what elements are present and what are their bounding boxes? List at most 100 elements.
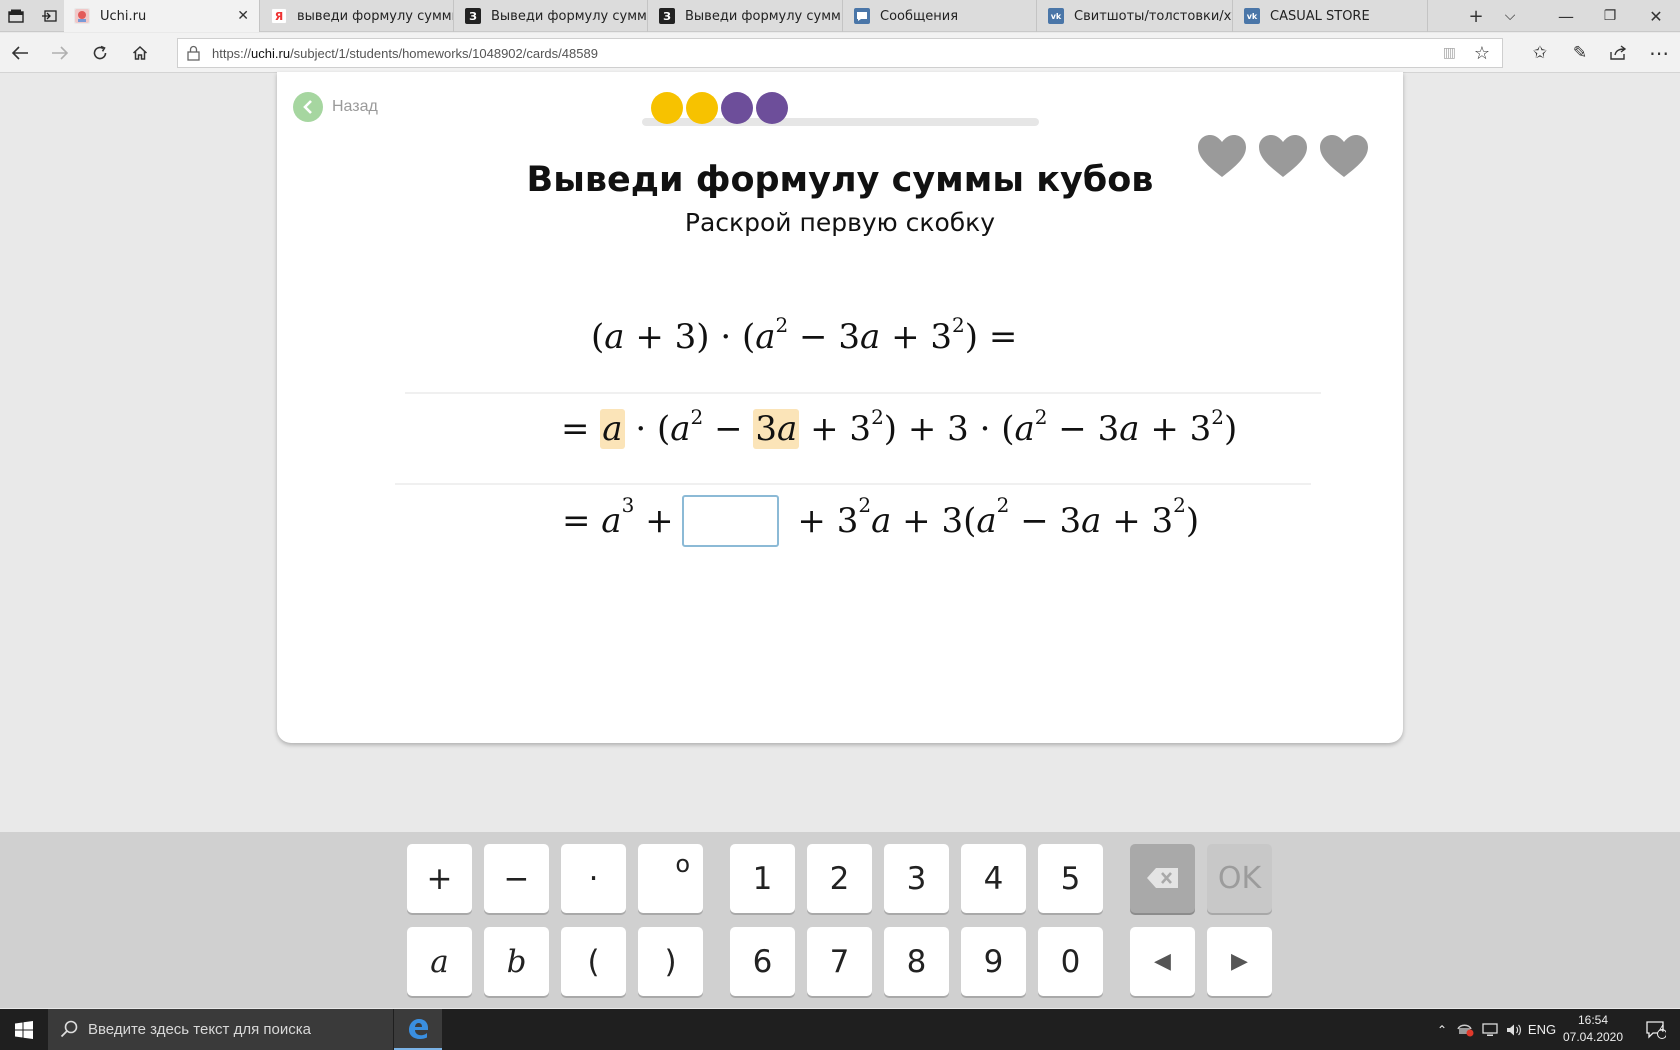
favorite-star-icon[interactable]: ☆ [1474,43,1490,64]
task-card: Назад Выведи формулу суммы кубов Раскрой… [277,72,1403,743]
address-bar[interactable]: https://uchi.ru/subject/1/students/homew… [177,38,1503,68]
tab-messages[interactable]: Сообщения [844,0,1037,32]
forward-arrow-icon[interactable] [46,39,74,67]
tab-title: выведи формулу суммы к [297,8,453,24]
key-plus[interactable]: + [407,844,472,913]
key-7[interactable]: 7 [807,927,872,996]
key-6[interactable]: 6 [730,927,795,996]
vk-favicon-icon: vk [1244,8,1260,24]
key-5[interactable]: 5 [1038,844,1103,913]
taskbar-clock[interactable]: 16:54 07.04.2020 [1558,1012,1628,1046]
tab-title: Uchi.ru [100,8,147,24]
close-window-icon[interactable]: ✕ [1632,0,1680,32]
key-8[interactable]: 8 [884,927,949,996]
ok-button[interactable]: OK [1207,844,1272,913]
back-label: Назад [332,98,378,115]
key-power[interactable]: o [638,844,703,913]
key-1[interactable]: 1 [730,844,795,913]
progress-dot [756,92,788,124]
favorites-hub-icon[interactable]: ✩ [1525,39,1555,67]
home-icon[interactable] [126,39,154,67]
equation-line-2: = a · (a2 − 3a + 32) + 3 · (a2 − 3a + 32… [561,405,1238,449]
set-aside-tabs-icon[interactable] [33,0,65,32]
equation-line-1: (a + 3) · (a2 − 3a + 32) = [591,313,1018,357]
tab-title: CASUAL STORE [1270,8,1370,24]
key-4[interactable]: 4 [961,844,1026,913]
back-button[interactable]: Назад [293,92,378,122]
tray-network-icon[interactable] [1478,1009,1502,1050]
tab-uchi[interactable]: Uchi.ru ✕ [64,0,260,32]
znanija-favicon-icon: З [465,8,481,24]
tray-security-icon[interactable] [1453,1009,1477,1050]
tab-title: Выведи формулу суммы к [491,8,647,24]
windows-start-icon[interactable] [0,1009,48,1050]
yandex-favicon-icon: Я [271,8,287,24]
key-2[interactable]: 2 [807,844,872,913]
key-b[interactable]: b [484,927,549,996]
key-9[interactable]: 9 [961,927,1026,996]
browser-tab-bar: Uchi.ru ✕ Я выведи формулу суммы к З Выв… [0,0,1680,32]
tab-znanija-2[interactable]: З Выведи формулу суммы к [649,0,843,32]
key-close-paren[interactable]: ) [638,927,703,996]
tab-znanija-1[interactable]: З Выведи формулу суммы к [455,0,648,32]
close-tab-icon[interactable]: ✕ [237,8,249,24]
key-multiply[interactable]: · [561,844,626,913]
tab-title: Свитшоты/толстовки/худи [1074,8,1232,24]
notifications-count: 4 [1659,1024,1665,1035]
tray-volume-icon[interactable] [1502,1009,1526,1050]
lock-icon [187,45,201,61]
highlight-term: a [600,409,625,449]
divider [395,483,1311,485]
clock-date: 07.04.2020 [1562,1030,1624,1044]
reading-view-icon[interactable]: ▥ [1443,45,1456,61]
refresh-icon[interactable] [86,39,114,67]
tray-language[interactable]: ENG [1527,1009,1557,1050]
clock-time: 16:54 [1577,1013,1609,1027]
key-open-paren[interactable]: ( [561,927,626,996]
share-icon[interactable] [1603,39,1633,67]
backspace-icon [1146,861,1180,897]
tab-yandex[interactable]: Я выведи формулу суммы к [261,0,454,32]
progress-dot [651,92,683,124]
znanija-favicon-icon: З [659,8,675,24]
tab-vk-sweatshirts[interactable]: vk Свитшоты/толстовки/худи [1038,0,1233,32]
taskbar-search-input[interactable]: Введите здесь текст для поиска [48,1009,393,1050]
new-tab-icon[interactable]: + [1460,0,1492,32]
back-arrow-icon[interactable] [6,39,34,67]
backspace-key[interactable] [1130,844,1195,913]
minimize-icon[interactable]: — [1544,0,1588,32]
equation-line-3: = a3 + + 32a + 3(a2 − 3a + 32) [562,493,1199,549]
key-0[interactable]: 0 [1038,927,1103,996]
url-text: https://uchi.ru/subject/1/students/homew… [212,46,598,61]
web-note-pen-icon[interactable]: ✎ [1565,39,1595,67]
tray-chevron-up-icon[interactable]: ⌃ [1431,1009,1453,1050]
browser-nav-bar: https://uchi.ru/subject/1/students/homew… [0,33,1680,73]
search-placeholder: Введите здесь текст для поиска [88,1021,311,1038]
restore-icon[interactable]: ❐ [1588,0,1632,32]
notifications-icon[interactable]: 4 [1636,1009,1676,1050]
chevron-left-icon [293,92,323,122]
tab-preview-chevron-icon[interactable]: ⌵ [1492,0,1528,32]
tab-title: Сообщения [880,8,959,24]
tab-manager-icon[interactable] [0,0,32,32]
highlight-term: 3a [753,409,800,449]
search-icon [60,1020,78,1038]
cursor-right-key[interactable]: ▶ [1207,927,1272,996]
cursor-left-key[interactable]: ◀ [1130,927,1195,996]
answer-input[interactable] [681,495,779,547]
messages-favicon-icon [854,8,870,24]
divider [405,392,1321,394]
key-3[interactable]: 3 [884,844,949,913]
progress-dot [686,92,718,124]
tab-casual-store[interactable]: vk CASUAL STORE [1234,0,1428,32]
key-minus[interactable]: − [484,844,549,913]
vk-favicon-icon: vk [1048,8,1064,24]
progress-dot [721,92,753,124]
task-subtitle: Раскрой первую скобку [684,208,996,237]
more-menu-icon[interactable]: ⋯ [1644,39,1674,67]
tab-title: Выведи формулу суммы к [685,8,842,24]
edge-taskbar-icon[interactable] [394,1009,442,1050]
math-keyboard: + − · o 1 2 3 4 5 OK a b ( ) 6 7 8 9 0 ◀… [0,832,1680,1008]
key-a[interactable]: a [407,927,472,996]
uchi-favicon-icon [74,8,90,24]
